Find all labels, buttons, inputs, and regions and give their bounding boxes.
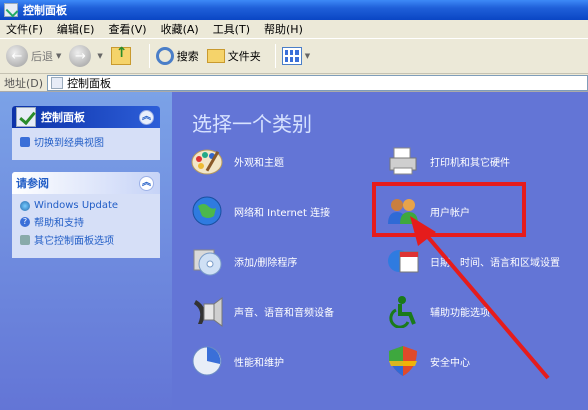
forward-arrow-icon: → — [69, 45, 92, 67]
menu-favorites[interactable]: 收藏(A) — [161, 21, 199, 37]
network-globe-icon — [192, 196, 222, 226]
search-label: 搜索 — [176, 50, 199, 63]
category-view: 选择一个类别 外观和主题 网络和 Internet 连接 添加/删除程序 声音、… — [172, 92, 588, 410]
category-label: 性能和维护 — [234, 357, 284, 369]
printer-icon — [389, 147, 417, 175]
highlight-box — [372, 182, 526, 237]
folder-icon — [206, 49, 225, 63]
category-label: 日期、时间、语言和区域设置 — [430, 257, 560, 269]
window-title: 控制面板 — [23, 4, 67, 17]
accessibility-icon — [389, 296, 416, 328]
address-bar: 地址(D) 控制面板 — [0, 74, 588, 92]
views-icon — [281, 47, 302, 65]
title-bar[interactable]: 控制面板 — [0, 0, 588, 20]
back-button[interactable]: ← 后退 ▼ — [6, 45, 61, 67]
category-label: 添加/删除程序 — [234, 257, 298, 269]
control-panel-icon — [51, 76, 64, 89]
link-label: 切换到经典视图 — [34, 138, 104, 149]
category-sounds[interactable]: 声音、语音和音频设备 — [190, 294, 334, 328]
search-button[interactable]: 搜索 — [155, 47, 199, 65]
see-also-section: 请参阅 ︽ Windows Update ? 帮助和支持 其它控制面板选项 — [12, 172, 160, 258]
windows-update-icon — [20, 200, 30, 211]
security-shield-icon — [389, 346, 417, 376]
chevron-down-icon: ▼ — [304, 52, 311, 60]
chevron-down-icon: ▼ — [97, 52, 103, 60]
up-folder-icon — [110, 45, 131, 65]
appearance-icon — [191, 149, 223, 175]
folders-label: 文件夹 — [227, 50, 261, 63]
switch-classic-view-link[interactable]: 切换到经典视图 — [20, 134, 152, 149]
category-label: 安全中心 — [430, 357, 470, 369]
category-date-time-region[interactable]: 日期、时间、语言和区域设置 — [386, 244, 560, 278]
address-label: 地址(D) — [4, 76, 44, 90]
category-accessibility[interactable]: 辅助功能选项 — [386, 294, 490, 328]
windows-update-link[interactable]: Windows Update — [20, 200, 152, 211]
help-support-link[interactable]: ? 帮助和支持 — [20, 214, 152, 229]
category-add-remove-programs[interactable]: 添加/删除程序 — [190, 244, 297, 278]
menu-file[interactable]: 文件(F) — [6, 21, 43, 37]
other-options-link[interactable]: 其它控制面板选项 — [20, 232, 152, 247]
link-label: 帮助和支持 — [34, 218, 84, 229]
help-icon: ? — [20, 216, 30, 227]
add-remove-programs-icon — [193, 249, 222, 276]
control-panel-section-header[interactable]: 控制面板 ︽ — [12, 106, 160, 128]
category-security-center[interactable]: 安全中心 — [386, 344, 470, 378]
link-label: 其它控制面板选项 — [34, 236, 114, 247]
category-label: 声音、语音和音频设备 — [234, 307, 334, 319]
category-printers-hardware[interactable]: 打印机和其它硬件 — [386, 144, 510, 178]
options-icon — [20, 234, 30, 245]
menu-edit[interactable]: 编辑(E) — [57, 21, 95, 37]
back-arrow-icon: ← — [6, 45, 28, 67]
menu-view[interactable]: 查看(V) — [108, 21, 146, 37]
category-network[interactable]: 网络和 Internet 连接 — [190, 194, 330, 228]
toolbar-separator — [274, 44, 276, 68]
see-also-section-header[interactable]: 请参阅 ︽ — [12, 172, 160, 194]
date-time-icon — [388, 250, 419, 273]
category-performance[interactable]: 性能和维护 — [190, 344, 284, 378]
link-label: Windows Update — [34, 200, 119, 211]
address-field[interactable]: 控制面板 — [47, 74, 588, 91]
performance-icon — [192, 346, 222, 376]
collapse-icon[interactable]: ︽ — [139, 109, 154, 125]
page-title: 选择一个类别 — [192, 112, 312, 136]
menu-tools[interactable]: 工具(T) — [213, 21, 250, 37]
folders-button[interactable]: 文件夹 — [206, 48, 261, 64]
search-icon — [155, 47, 174, 65]
section-title: 控制面板 — [41, 111, 85, 124]
views-button[interactable]: ▼ — [281, 47, 311, 65]
menu-bar: 文件(F) 编辑(E) 查看(V) 收藏(A) 工具(T) 帮助(H) — [0, 20, 588, 39]
control-panel-icon — [4, 3, 18, 17]
category-label: 打印机和其它硬件 — [430, 157, 510, 169]
task-pane: 控制面板 ︽ 切换到经典视图 请参阅 ︽ Windows Update ? 帮助… — [0, 92, 172, 410]
category-label: 外观和主题 — [234, 157, 284, 169]
collapse-icon[interactable]: ︽ — [139, 175, 154, 191]
back-label: 后退 — [31, 50, 53, 63]
control-panel-section: 控制面板 ︽ 切换到经典视图 — [12, 106, 160, 160]
chevron-down-icon: ▼ — [56, 52, 62, 60]
control-panel-icon — [16, 107, 36, 127]
toolbar-separator — [148, 44, 150, 68]
forward-button[interactable]: → ▼ — [69, 45, 103, 67]
toolbar: ← 后退 ▼ → ▼ 搜索 文件夹 ▼ — [0, 39, 588, 74]
category-label: 辅助功能选项 — [430, 307, 490, 319]
section-title: 请参阅 — [16, 177, 49, 190]
address-value: 控制面板 — [67, 76, 112, 90]
category-label: 网络和 Internet 连接 — [234, 207, 331, 219]
category-appearance[interactable]: 外观和主题 — [190, 144, 284, 178]
speaker-icon — [194, 297, 223, 327]
classic-view-icon — [20, 136, 30, 147]
menu-help[interactable]: 帮助(H) — [264, 21, 303, 37]
up-folder-button[interactable] — [110, 45, 135, 65]
